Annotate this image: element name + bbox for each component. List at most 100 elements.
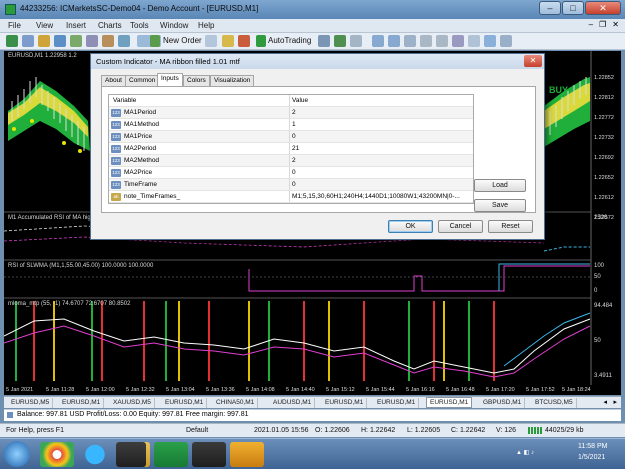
menu-tools[interactable]: Tools (130, 21, 149, 30)
cancel-button[interactable]: Cancel (438, 220, 483, 233)
mdi-minimize-icon[interactable]: – (589, 20, 593, 29)
menu-view[interactable]: View (36, 21, 53, 30)
close-button[interactable]: ✕ (585, 1, 621, 15)
tab-colors[interactable]: Colors (183, 75, 210, 86)
settings-icon[interactable] (238, 35, 250, 47)
pane3-tick: 50 (594, 274, 601, 280)
menu-window[interactable]: Window (160, 21, 188, 30)
table-row[interactable]: 123 MA2Method 2 (109, 155, 473, 167)
indicators-icon[interactable] (452, 35, 464, 47)
metaeditor-taskbar-icon[interactable] (192, 442, 226, 467)
new-order-button[interactable]: New Order (163, 36, 202, 45)
clock-time[interactable]: 11:58 PM (578, 443, 607, 450)
menu-insert[interactable]: Insert (66, 21, 86, 30)
row-value[interactable]: 0 (292, 133, 296, 140)
reset-button[interactable]: Reset (488, 220, 533, 233)
table-row[interactable]: 123 MA2Price 0 (109, 167, 473, 179)
chart-tab-active[interactable]: EURUSD,M1 (426, 397, 473, 408)
table-row[interactable]: 123 MA2Period 21 (109, 143, 473, 155)
menu-file[interactable]: File (8, 21, 21, 30)
save-button[interactable]: Save (474, 199, 526, 212)
autoscroll-icon[interactable] (420, 35, 432, 47)
tab-visualization[interactable]: Visualization (210, 75, 255, 86)
new-chart-icon[interactable] (6, 35, 18, 47)
menu-charts[interactable]: Charts (98, 21, 122, 30)
maximize-button[interactable]: □ (562, 1, 584, 15)
pane3-label: RSI of SLWMA (M1,1,55.00,45.00) 100.0000… (8, 263, 154, 269)
chart-tab[interactable]: BTCUSD,M5 (532, 398, 577, 408)
chart-tab[interactable]: EURUSD,M1 (374, 398, 420, 408)
row-variable: MA1Period (124, 109, 157, 116)
minimize-button[interactable]: – (539, 1, 561, 15)
autotrading-icon[interactable] (256, 35, 266, 47)
chrome-icon[interactable] (40, 442, 74, 467)
tabs-scroll-left-icon[interactable]: ◂ (603, 398, 607, 406)
row-value[interactable]: 2 (292, 157, 296, 164)
periods-icon[interactable] (468, 35, 480, 47)
chart-tab[interactable]: EURUSD,M1 (162, 398, 208, 408)
pane2-label: M1 Accumulated RSI of MA high (8, 215, 95, 221)
zoom-out-icon[interactable] (388, 35, 400, 47)
tray-icons[interactable]: ▲ ◧ ♪ (516, 449, 534, 456)
fbs-icon[interactable] (154, 442, 188, 467)
chart-tab[interactable]: CHINA50,M1 (213, 398, 259, 408)
tabs-scroll-right-icon[interactable]: ▸ (613, 398, 617, 406)
market-watch-icon[interactable] (38, 35, 50, 47)
row-value[interactable]: 21 (292, 145, 299, 152)
folder-icon[interactable] (230, 442, 264, 467)
load-button[interactable]: Load (474, 179, 526, 192)
row-value[interactable]: M1;5,15,30,60H1;240H4;1440D1;10080W1;432… (292, 193, 472, 200)
table-row[interactable]: 123 TimeFrame 0 (109, 179, 473, 191)
cursor-icon[interactable] (500, 35, 512, 47)
row-value[interactable]: 0 (292, 181, 296, 188)
tab-inputs[interactable]: Inputs (157, 73, 183, 87)
bar-chart-icon[interactable] (318, 35, 330, 47)
terminal-icon[interactable] (86, 35, 98, 47)
integer-icon: 123 (111, 133, 121, 141)
clock-date[interactable]: 1/5/2021 (578, 454, 605, 461)
status-high: H: 1.22642 (361, 427, 396, 434)
window-title: 44233256: ICMarketsSC-Demo04 - Demo Acco… (20, 4, 259, 13)
ok-button[interactable]: OK (388, 220, 433, 233)
menu-help[interactable]: Help (198, 21, 214, 30)
pane4-bars (15, 301, 495, 381)
navigator-icon[interactable] (70, 35, 82, 47)
chart-tab[interactable]: AUDUSD,M1 (270, 398, 316, 408)
new-order-icon[interactable] (150, 35, 160, 47)
crosshair-icon[interactable] (118, 35, 130, 47)
start-button[interactable] (4, 441, 30, 467)
tab-common[interactable]: Common (125, 75, 160, 86)
metaeditor-icon[interactable] (205, 35, 217, 47)
candles-icon[interactable] (334, 35, 346, 47)
mdi-close-icon[interactable]: ✕ (612, 20, 619, 29)
row-value[interactable]: 0 (292, 169, 296, 176)
chart-tab[interactable]: EURUSD,M5 (8, 398, 54, 408)
chart-tab[interactable]: GBPUSD,M1 (480, 398, 526, 408)
autotrading-button[interactable]: AutoTrading (268, 36, 311, 45)
chart-tab[interactable]: EURUSD,M1 (322, 398, 368, 408)
row-value[interactable]: 1 (292, 121, 296, 128)
table-row[interactable]: 123 MA1Period 2 (109, 107, 473, 119)
chart-tab[interactable]: EURUSD,M1 (59, 398, 105, 408)
row-value[interactable]: 2 (292, 109, 296, 116)
mdi-restore-icon[interactable]: ❐ (599, 20, 606, 29)
line-chart-icon[interactable] (350, 35, 362, 47)
tile-icon[interactable] (404, 35, 416, 47)
time-tick: 5 Jan 12:32 (126, 387, 155, 393)
options-icon[interactable] (222, 35, 234, 47)
templates-icon[interactable] (484, 35, 496, 47)
price-tick: 1.22612 (594, 195, 614, 201)
table-row[interactable]: ab note_TimeFrames_ M1;5,15,30,60H1;240H… (109, 191, 473, 203)
data-window-icon[interactable] (54, 35, 66, 47)
table-row[interactable]: 123 MA1Price 0 (109, 131, 473, 143)
metatrader-icon[interactable] (116, 442, 146, 467)
table-row[interactable]: 123 MA1Method 1 (109, 119, 473, 131)
dialog-close-button[interactable]: ✕ (524, 55, 542, 67)
skype-icon[interactable] (78, 442, 112, 467)
zoom-in-icon[interactable] (372, 35, 384, 47)
chart-shift-icon[interactable] (436, 35, 448, 47)
chart-tab[interactable]: XAUUSD,M5 (110, 398, 155, 408)
strategy-tester-icon[interactable] (102, 35, 114, 47)
tab-about[interactable]: About (101, 75, 126, 86)
profiles-icon[interactable] (22, 35, 34, 47)
